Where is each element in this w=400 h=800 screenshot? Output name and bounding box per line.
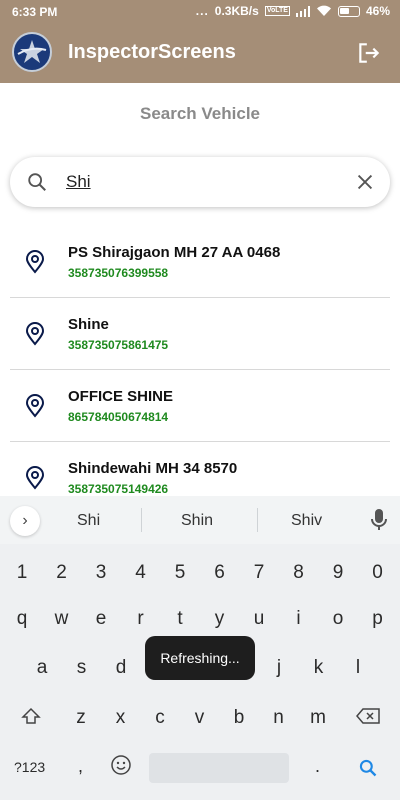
suggestion-strip: › Shi Shin Shiv — [0, 496, 400, 544]
key[interactable]: 5 — [160, 562, 200, 584]
vehicle-name: OFFICE SHINE — [68, 388, 174, 405]
key[interactable]: x — [101, 707, 141, 729]
key[interactable]: 6 — [200, 562, 240, 584]
backspace-icon[interactable] — [356, 708, 380, 724]
key[interactable]: i — [279, 608, 319, 630]
chevron-right-icon[interactable]: › — [10, 506, 40, 536]
key[interactable]: l — [338, 657, 378, 679]
wifi-icon — [316, 5, 331, 17]
shift-icon[interactable] — [20, 707, 42, 725]
suggestion-word[interactable]: Shiv — [291, 512, 322, 530]
status-indicators: ... 0.3KB/s VoLTE 46% — [196, 4, 390, 18]
key[interactable]: s — [62, 657, 102, 679]
key[interactable]: 0 — [358, 562, 398, 584]
star-badge-logo — [12, 32, 52, 72]
battery-icon — [337, 5, 360, 17]
key[interactable]: k — [299, 657, 339, 679]
suggestion-word[interactable]: Shi — [77, 512, 100, 530]
page-title: Search Vehicle — [139, 104, 261, 123]
key[interactable]: 1 — [2, 562, 42, 584]
key[interactable]: w — [42, 608, 82, 630]
location-pin-icon — [25, 250, 45, 274]
close-icon[interactable] — [354, 171, 376, 193]
volte-icon: VoLTE — [264, 6, 290, 16]
key[interactable]: e — [81, 608, 121, 630]
logout-icon[interactable] — [356, 40, 382, 66]
location-pin-icon — [25, 466, 45, 490]
app-title: InspectorScreens — [68, 41, 236, 63]
key[interactable]: z — [61, 707, 101, 729]
status-time: 6:33 PM — [12, 5, 58, 19]
vehicle-code: 358735075149426 — [68, 482, 169, 496]
key[interactable]: m — [298, 707, 338, 729]
key[interactable]: p — [358, 608, 398, 630]
list-item[interactable]: PS Shirajgaon MH 27 AA 0468 358735076399… — [10, 226, 390, 298]
signal-icon — [295, 5, 310, 17]
key[interactable]: 3 — [81, 562, 121, 584]
vehicle-code: 358735076399558 — [68, 266, 169, 280]
comma-key[interactable]: , — [78, 756, 83, 777]
key[interactable]: d — [101, 657, 141, 679]
divider — [257, 508, 258, 532]
key[interactable]: a — [22, 657, 62, 679]
vehicle-name: Shine — [68, 316, 109, 333]
key[interactable]: 2 — [42, 562, 82, 584]
search-input[interactable] — [66, 169, 346, 195]
vehicle-code: 358735075861475 — [68, 338, 169, 352]
search-icon[interactable] — [358, 758, 378, 778]
microphone-icon[interactable] — [370, 508, 388, 532]
vehicle-name: Shindewahi MH 34 8570 — [68, 460, 238, 477]
emoji-icon[interactable] — [110, 754, 132, 776]
search-bar — [10, 157, 390, 207]
key[interactable]: n — [259, 707, 299, 729]
vehicle-name: PS Shirajgaon MH 27 AA 0468 — [68, 244, 281, 261]
search-icon[interactable] — [26, 171, 48, 193]
key[interactable]: 8 — [279, 562, 319, 584]
status-bar: 6:33 PM ... 0.3KB/s VoLTE 46% — [0, 0, 400, 24]
divider — [141, 508, 142, 532]
app-header: 6:33 PM ... 0.3KB/s VoLTE 46% InspectorS… — [0, 0, 400, 83]
app-bar: InspectorScreens — [0, 24, 400, 83]
location-pin-icon — [25, 322, 45, 346]
toast-message: Refreshing... — [145, 636, 255, 680]
notification-dots: ... — [195, 4, 209, 18]
suggestion-word[interactable]: Shin — [181, 512, 213, 530]
list-item[interactable]: OFFICE SHINE 865784050674814 — [10, 370, 390, 442]
key[interactable]: u — [239, 608, 279, 630]
key[interactable]: 9 — [318, 562, 358, 584]
key[interactable]: y — [200, 608, 240, 630]
symbols-key[interactable]: ?123 — [14, 759, 45, 775]
key[interactable]: t — [160, 608, 200, 630]
location-pin-icon — [25, 394, 45, 418]
key[interactable]: v — [180, 707, 220, 729]
results-list: PS Shirajgaon MH 27 AA 0468 358735076399… — [0, 226, 400, 514]
network-speed: 0.3KB/s — [214, 4, 259, 18]
battery-percent: 46% — [365, 4, 390, 18]
list-item[interactable]: Shine 358735075861475 — [10, 298, 390, 370]
key[interactable]: j — [259, 657, 299, 679]
key[interactable]: c — [140, 707, 180, 729]
key[interactable]: o — [318, 608, 358, 630]
key[interactable]: r — [121, 608, 161, 630]
key[interactable]: 7 — [239, 562, 279, 584]
vehicle-code: 865784050674814 — [68, 410, 169, 424]
key[interactable]: b — [219, 707, 259, 729]
space-key[interactable] — [149, 753, 289, 783]
period-key[interactable]: . — [315, 756, 320, 777]
key[interactable]: 4 — [121, 562, 161, 584]
key[interactable]: q — [2, 608, 42, 630]
